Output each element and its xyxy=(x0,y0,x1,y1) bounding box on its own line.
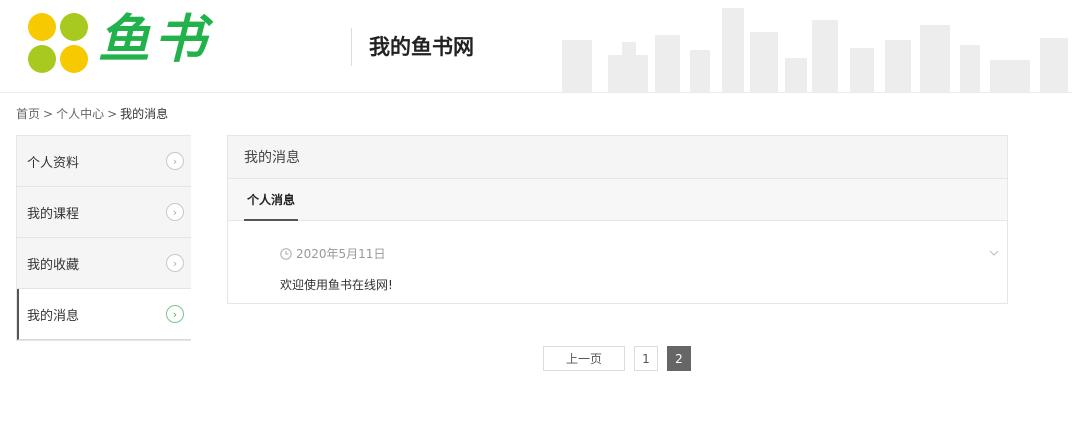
chevron-right-circle-icon: › xyxy=(166,152,184,170)
logo-text[interactable]: 鱼书 xyxy=(98,6,210,74)
site-header: 鱼书 我的鱼书网 xyxy=(0,0,1072,93)
chevron-down-icon[interactable] xyxy=(988,247,1000,259)
page-button-2[interactable]: 2 xyxy=(667,346,691,371)
breadcrumb-home-link[interactable]: 首页 xyxy=(16,107,40,121)
message-item: 2020年5月11日 欢迎使用鱼书在线网! xyxy=(228,221,1007,303)
breadcrumb-separator: > xyxy=(43,107,54,121)
sidebar-item-label: 我的消息 xyxy=(27,308,80,324)
chevron-right-circle-icon: › xyxy=(166,305,184,323)
panel-title: 我的消息 xyxy=(228,136,1007,179)
site-title: 我的鱼书网 xyxy=(369,35,474,59)
sidebar-item-label: 我的收藏 xyxy=(27,257,80,273)
breadcrumb-center-link[interactable]: 个人中心 xyxy=(56,107,104,121)
skyline-decoration-icon xyxy=(562,8,1068,92)
breadcrumb-separator: > xyxy=(107,107,118,121)
sidebar-item-messages[interactable]: 我的消息 › xyxy=(17,289,191,340)
chevron-right-circle-icon: › xyxy=(166,254,184,272)
sidebar-item-profile[interactable]: 个人资料 › xyxy=(17,136,191,187)
header-divider xyxy=(351,28,352,66)
sidebar-item-label: 个人资料 xyxy=(27,155,80,171)
message-date-text: 2020年5月11日 xyxy=(296,247,386,261)
sidebar-item-favorites[interactable]: 我的收藏 › xyxy=(17,238,191,289)
chevron-right-circle-icon: › xyxy=(166,203,184,221)
page-button-1[interactable]: 1 xyxy=(634,346,658,371)
breadcrumb-current: 我的消息 xyxy=(120,107,169,121)
sidebar-nav: 个人资料 › 我的课程 › 我的收藏 › 我的消息 › xyxy=(16,135,191,341)
prev-page-button[interactable]: 上一页 xyxy=(543,346,625,371)
messages-panel: 我的消息 个人消息 2020年5月11日 欢迎使用鱼书在线网! xyxy=(227,135,1008,304)
message-date: 2020年5月11日 xyxy=(280,245,385,262)
pagination: 上一页 1 2 xyxy=(543,346,691,371)
panel-tab-bar: 个人消息 xyxy=(228,179,1007,221)
sidebar-item-label: 我的课程 xyxy=(27,206,80,222)
tab-personal-messages[interactable]: 个人消息 xyxy=(244,179,299,221)
breadcrumb: 首页 > 个人中心 > 我的消息 xyxy=(16,106,168,122)
sidebar-item-courses[interactable]: 我的课程 › xyxy=(17,187,191,238)
message-body: 欢迎使用鱼书在线网! xyxy=(280,278,393,292)
clock-icon xyxy=(280,247,292,260)
clover-logo-icon[interactable] xyxy=(27,12,89,74)
